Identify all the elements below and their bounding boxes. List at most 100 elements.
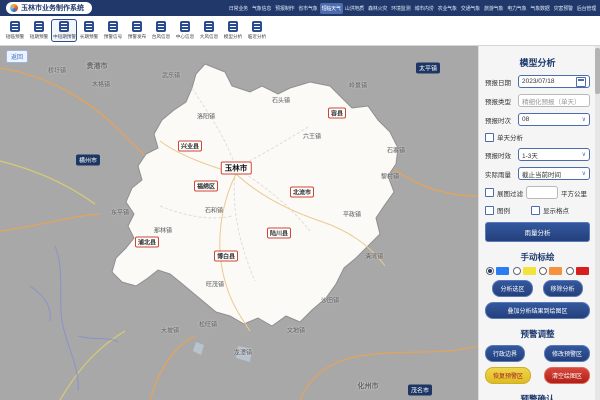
warning-adjust-row1: 行政边界 修改预警区 [485,345,590,362]
rain-analysis-button[interactable]: 雨量分析 [485,222,590,242]
calendar-icon [576,77,586,87]
document-icon [228,21,238,32]
top-nav-item-3[interactable]: 省市气象 [296,3,319,14]
toolbar-item-7[interactable]: 中心信息 [173,19,197,42]
color-swatch [496,267,509,275]
adjust-button-3[interactable]: 清空绘图区 [544,367,590,384]
manual-button-0[interactable]: 分析选区 [492,280,532,297]
toolbar-item-2[interactable]: 中短期预警 [51,19,77,42]
toolbar-item-8[interactable]: 大风信息 [197,19,221,42]
top-bar: 玉林市业务制作系统 日常业务气象信息预报制作省市气象短临天气山洪地质森林火灾环境… [0,0,600,16]
radio-icon [486,267,494,275]
forecast-date-input[interactable]: 2023/07/18 [518,75,590,88]
map-back-button[interactable]: 返回 [6,50,28,63]
warning-adjust-title: 预警调整 [485,328,590,340]
panel-scrollbar[interactable] [595,46,600,400]
panel-title: 模型分析 [485,56,590,69]
top-nav-item-10[interactable]: 交通气象 [459,3,482,14]
app-window: 玉林市业务制作系统 日常业务气象信息预报制作省市气象短临天气山洪地质森林火灾环境… [0,0,600,400]
grid-label: 显示格点 [543,205,569,215]
forecast-type-input[interactable]: 精细化预报（单天） [518,94,590,107]
draw-color-radios [485,267,590,275]
draw-color-option-0[interactable] [486,267,509,275]
area-filter-checkbox[interactable] [485,188,494,197]
toolbar-item-label: 预警信号 [104,33,122,39]
toolbar-item-label: 台风信息 [152,33,170,39]
toolbar-item-5[interactable]: 预警发布 [125,19,149,42]
color-swatch [523,267,536,275]
radio-icon [539,267,547,275]
top-nav-item-11[interactable]: 旅游气象 [482,3,505,14]
toolbar-item-9[interactable]: 模型分析 [221,19,245,42]
manual-button-1[interactable]: 移除分析 [543,280,583,297]
top-nav-item-13[interactable]: 气象数据 [528,3,551,14]
top-nav-item-9[interactable]: 农业气象 [436,3,459,14]
toolbar-item-label: 短期预警 [30,33,48,39]
toolbar-item-6[interactable]: 台风信息 [149,19,173,42]
toolbar-item-10[interactable]: 临近分析 [245,19,269,42]
document-icon [59,21,69,32]
map-canvas[interactable]: 桥圩镇贵港市木格镇武乐镇洛阳镇石头镇岭景镇太平镇横州市东平镇兴业县容县六王镇石寨… [0,46,478,400]
single-day-checkbox[interactable] [485,133,494,142]
top-nav-item-7[interactable]: 环境监测 [389,3,412,14]
legend-checkbox[interactable] [485,206,494,215]
document-icon [180,21,190,32]
draw-color-option-1[interactable] [513,267,536,275]
chevron-down-icon: ∨ [582,171,586,177]
document-icon [108,21,118,32]
toolbar-item-label: 预警发布 [128,33,146,39]
area-filter-input[interactable] [526,186,558,199]
toolbar-item-4[interactable]: 预警信号 [101,19,125,42]
chevron-down-icon: ∨ [582,117,586,123]
top-nav-item-5[interactable]: 山洪地质 [343,3,366,14]
toolbar-item-label: 长期预警 [80,33,98,39]
color-swatch [576,267,589,275]
top-nav-item-0[interactable]: 日常业务 [227,3,250,14]
app-title: 玉林市业务制作系统 [21,3,84,13]
top-nav-item-1[interactable]: 气象信息 [250,3,273,14]
toolbar-item-label: 临近分析 [248,33,266,39]
draw-color-option-3[interactable] [566,267,589,275]
toolbar-item-label: 中心信息 [176,33,194,39]
adjust-button-2[interactable]: 恢复预警区 [485,367,531,384]
forecast-date-value: 2023/07/18 [522,78,555,85]
warning-confirm-title: 预警确认 [485,393,590,400]
document-icon [204,21,214,32]
map-basemap [0,46,478,400]
grid-checkbox[interactable] [531,206,540,215]
document-icon [252,21,262,32]
document-icon [34,21,44,32]
forecast-hour-label: 预报时次 [485,115,518,125]
top-nav-item-6[interactable]: 森林火灾 [366,3,389,14]
app-logo-icon [10,4,18,12]
forecast-type-value: 精细化预报（单天） [522,96,581,106]
radio-icon [513,267,521,275]
panel-scrollbar-thumb[interactable] [595,48,600,94]
single-day-label: 单天分析 [497,132,523,142]
adjust-button-0[interactable]: 行政边界 [485,345,525,362]
top-nav-item-8[interactable]: 城市内涝 [412,3,435,14]
top-nav-item-12[interactable]: 电力气象 [505,3,528,14]
top-nav-item-4[interactable]: 短临天气 [320,3,343,14]
analysis-panel: 模型分析 预报日期 2023/07/18 预报类型 精细化预报（单天） 预报时次… [478,46,600,400]
forecast-hour-select[interactable]: 08 ∨ [518,113,590,126]
document-icon [156,21,166,32]
forecast-range-select[interactable]: 1-3天 ∨ [518,148,590,161]
toolbar-item-1[interactable]: 短期预警 [27,19,51,42]
toolbar-item-3[interactable]: 长期预警 [77,19,101,42]
actual-rain-label: 实际雨量 [485,169,518,179]
top-nav-item-15[interactable]: 后台管理 [575,3,598,14]
forecast-type-label: 预报类型 [485,96,518,106]
document-icon [84,21,94,32]
toolbar-item-0[interactable]: 短临预警 [3,19,27,42]
legend-label: 图例 [497,205,531,215]
document-icon [132,21,142,32]
top-nav-item-2[interactable]: 预报制作 [273,3,296,14]
top-nav-item-14[interactable]: 灾害预警 [552,3,575,14]
toolbar-item-label: 中短期预警 [53,33,76,39]
adjust-button-1[interactable]: 修改预警区 [544,345,590,362]
overlay-result-button[interactable]: 叠加分析结果到绘图区 [485,302,590,319]
app-logo[interactable]: 玉林市业务制作系统 [6,2,92,14]
actual-rain-select[interactable]: 截止当前时间 ∨ [518,167,590,180]
draw-color-option-2[interactable] [539,267,562,275]
